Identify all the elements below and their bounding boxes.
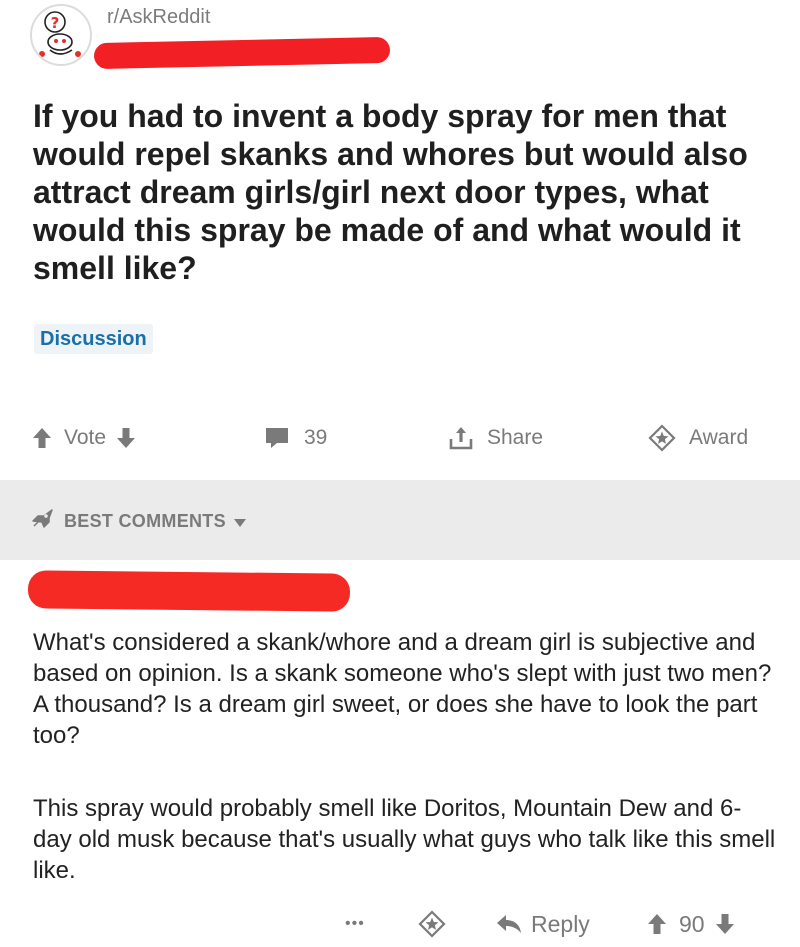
award-icon [648, 424, 676, 452]
more-icon: ••• [345, 915, 365, 932]
post-action-bar: Vote 39 Share Award [0, 420, 800, 456]
comment-score: 90 [679, 910, 705, 937]
share-button[interactable]: Share [449, 420, 543, 456]
comment-paragraph: This spray would probably smell like Dor… [33, 795, 776, 884]
comment-action-bar: ••• Reply 90 [0, 906, 800, 942]
comment-sort-selector[interactable]: BEST COMMENTS [30, 508, 246, 535]
chevron-down-icon [233, 511, 246, 532]
vote-group: Vote [32, 420, 136, 456]
upvote-icon[interactable] [32, 427, 52, 449]
downvote-icon[interactable] [116, 427, 136, 449]
sort-label: BEST COMMENTS [64, 511, 226, 531]
comment-paragraph: What's considered a skank/whore and a dr… [33, 629, 772, 749]
reply-label: Reply [531, 910, 590, 937]
rocket-icon [30, 508, 56, 535]
award-icon [418, 910, 446, 938]
downvote-icon[interactable] [715, 913, 735, 935]
more-options-button[interactable]: ••• [345, 906, 365, 942]
comment-award-button[interactable] [418, 906, 446, 942]
askreddit-avatar-icon: ? [34, 8, 88, 62]
vote-label: Vote [64, 426, 107, 449]
author-redaction [93, 36, 391, 70]
subreddit-name[interactable]: r/AskReddit [107, 6, 210, 29]
share-label: Share [487, 426, 544, 449]
reply-icon [496, 914, 522, 934]
post-flair[interactable]: Discussion [34, 324, 153, 354]
post-title: If you had to invent a body spray for me… [33, 98, 748, 286]
share-icon [449, 425, 473, 451]
subreddit-avatar[interactable]: ? [30, 4, 92, 66]
svg-text:?: ? [51, 14, 60, 32]
upvote-icon[interactable] [647, 913, 667, 935]
comment-icon [264, 426, 290, 450]
commenter-redaction [27, 570, 351, 612]
comments-button[interactable]: 39 [264, 420, 327, 456]
comment-count: 39 [304, 426, 328, 449]
comment-vote-group: 90 [647, 906, 735, 942]
award-label: Award [689, 426, 749, 449]
reply-button[interactable]: Reply [496, 906, 590, 942]
award-button[interactable]: Award [648, 420, 748, 456]
